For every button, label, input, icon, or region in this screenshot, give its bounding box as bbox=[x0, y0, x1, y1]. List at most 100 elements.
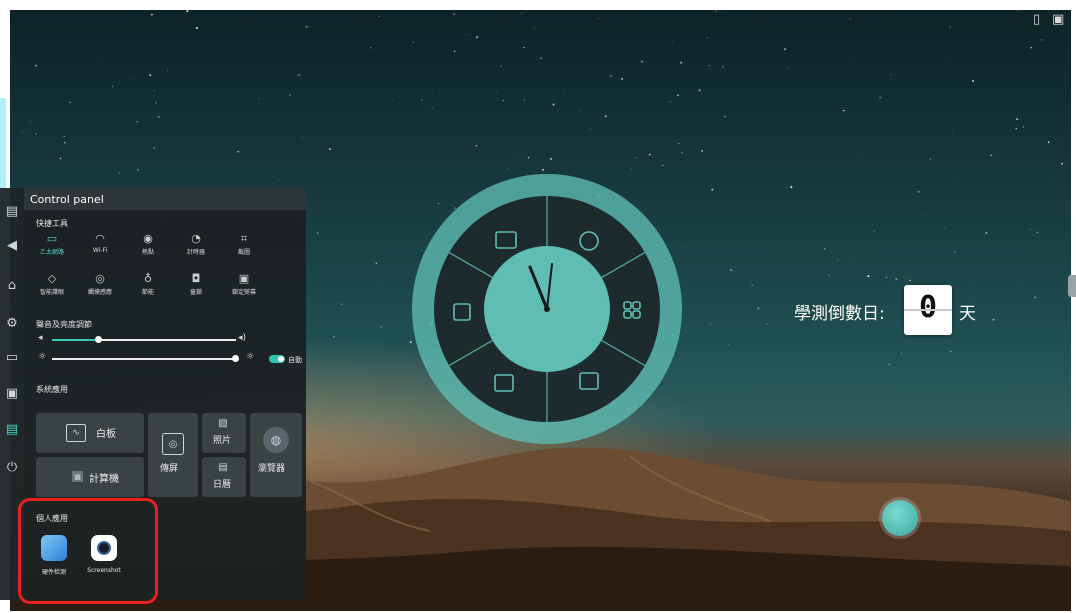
quick-tool-touch-sense[interactable]: ◎ 觸摸感應 bbox=[76, 272, 124, 296]
star bbox=[890, 73, 892, 75]
countdown-unit: 天 bbox=[959, 304, 976, 324]
star bbox=[35, 133, 38, 135]
calendar-tile[interactable]: ▤ 日曆 bbox=[202, 457, 246, 497]
auto-brightness-toggle[interactable] bbox=[269, 355, 285, 363]
countdown-label: 學測倒數日: bbox=[794, 304, 885, 324]
quick-tool-hotspot[interactable]: ◉ 熱點 bbox=[124, 232, 172, 256]
usb-icon[interactable]: ▯ bbox=[1033, 12, 1040, 27]
star bbox=[298, 73, 301, 76]
star bbox=[992, 318, 995, 321]
speaker-low-icon: ◂ bbox=[38, 333, 43, 343]
star bbox=[669, 101, 672, 103]
brightness-slider-knob[interactable] bbox=[232, 355, 239, 362]
star bbox=[63, 136, 65, 138]
quick-tool-ethernet[interactable]: ▭ 乙太網路 bbox=[28, 232, 76, 256]
apps-icon[interactable]: ▤ bbox=[3, 420, 21, 438]
star bbox=[706, 36, 709, 39]
screen-share-icon: ◎ bbox=[162, 433, 184, 455]
screen-icon[interactable]: ▣ bbox=[3, 384, 21, 402]
star bbox=[258, 98, 260, 100]
star bbox=[724, 115, 727, 118]
quick-tool-wifi[interactable]: ◠ Wi-Fi bbox=[76, 232, 124, 254]
star bbox=[1033, 296, 1036, 299]
star bbox=[949, 26, 952, 28]
star bbox=[453, 13, 455, 15]
quick-tool-label: 智能護眼 bbox=[39, 289, 64, 296]
lock-screen-icon: ▣ bbox=[238, 272, 250, 285]
right-edge-handle[interactable] bbox=[1068, 275, 1076, 297]
photos-tile[interactable]: ▨ 照片 bbox=[202, 413, 246, 453]
star bbox=[1036, 231, 1038, 233]
app-wheel bbox=[412, 174, 682, 444]
star bbox=[1046, 363, 1048, 365]
folder-icon[interactable]: ▭ bbox=[3, 348, 21, 366]
browser-tile[interactable]: ◍ 瀏覽器 bbox=[250, 413, 302, 497]
star bbox=[357, 193, 359, 194]
quick-tool-label: 鎖定熒幕 bbox=[231, 289, 256, 296]
quick-tool-lock-screen[interactable]: ▣ 鎖定熒幕 bbox=[220, 272, 268, 296]
star bbox=[541, 168, 544, 171]
whiteboard-tile[interactable]: ∿ 白板 bbox=[36, 413, 144, 453]
star bbox=[563, 90, 564, 91]
star bbox=[476, 36, 479, 39]
star bbox=[698, 89, 701, 92]
quick-tool-crop[interactable]: ⌗ 截圖 bbox=[220, 232, 268, 256]
control-panel-icon[interactable]: ▤ bbox=[3, 202, 21, 220]
star bbox=[719, 10, 721, 12]
star bbox=[84, 67, 86, 69]
star bbox=[974, 280, 976, 282]
settings-icon[interactable]: ⚙ bbox=[3, 314, 21, 332]
input-source-icon[interactable]: ▣ bbox=[1052, 12, 1064, 27]
star bbox=[917, 190, 920, 193]
timer-icon: ◔ bbox=[191, 232, 201, 245]
quick-tool-label: 童鎖 bbox=[189, 289, 202, 296]
star bbox=[990, 154, 993, 157]
star bbox=[1029, 228, 1031, 230]
back-icon[interactable]: ◀ bbox=[3, 236, 21, 254]
star bbox=[421, 99, 423, 101]
star bbox=[677, 94, 679, 97]
home-icon[interactable]: ⌂ bbox=[3, 276, 21, 294]
star bbox=[715, 10, 717, 12]
star bbox=[378, 16, 380, 18]
star bbox=[69, 101, 71, 104]
star bbox=[30, 132, 32, 133]
quick-tool-eye-care[interactable]: ◇ 智能護眼 bbox=[28, 272, 76, 296]
star bbox=[278, 180, 280, 181]
star bbox=[475, 145, 478, 147]
star bbox=[320, 54, 322, 55]
quick-tool-energy[interactable]: ♁ 節能 bbox=[124, 272, 172, 296]
star bbox=[757, 202, 758, 204]
volume-slider-knob[interactable] bbox=[95, 336, 102, 343]
quick-tool-timer[interactable]: ◔ 計時器 bbox=[172, 232, 220, 256]
star bbox=[631, 168, 632, 170]
star bbox=[380, 326, 383, 328]
energy-icon: ♁ bbox=[143, 272, 153, 285]
star bbox=[597, 18, 599, 20]
star bbox=[316, 232, 319, 234]
star bbox=[1041, 112, 1042, 114]
star bbox=[375, 262, 377, 264]
brightness-high-icon: ☼ bbox=[246, 352, 255, 362]
power-icon[interactable]: ⏻ bbox=[3, 458, 21, 476]
quick-tool-label: 截圖 bbox=[237, 249, 250, 256]
calculator-tile[interactable]: ▦ 計算機 bbox=[36, 457, 144, 497]
star bbox=[1036, 331, 1038, 333]
quick-tool-label: 觸摸感應 bbox=[87, 289, 112, 296]
star bbox=[29, 120, 32, 123]
star bbox=[186, 10, 189, 13]
star bbox=[879, 96, 882, 99]
star bbox=[901, 352, 903, 354]
star bbox=[1040, 38, 1043, 41]
star bbox=[954, 251, 956, 253]
star bbox=[1017, 281, 1019, 283]
wifi-icon: ◠ bbox=[95, 232, 105, 245]
star bbox=[861, 158, 862, 159]
star bbox=[167, 69, 168, 71]
floating-menu-button[interactable] bbox=[882, 500, 918, 536]
brightness-slider[interactable] bbox=[52, 358, 236, 360]
star bbox=[552, 103, 555, 106]
quick-tool-child-lock[interactable]: ◘ 童鎖 bbox=[172, 272, 220, 296]
star bbox=[1022, 126, 1024, 128]
screen-share-tile[interactable]: ◎ 傳屏 bbox=[148, 413, 198, 497]
